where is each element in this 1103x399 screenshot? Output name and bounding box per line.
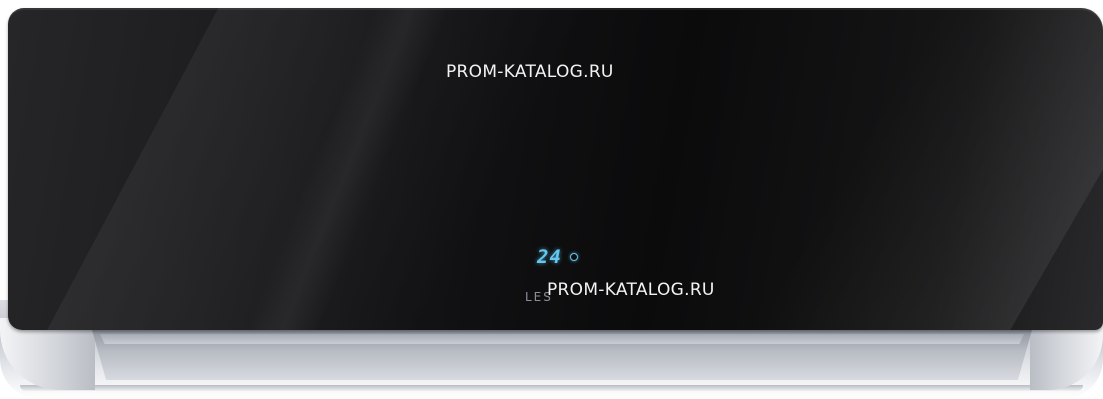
louver-flap: [100, 334, 1024, 344]
temperature-readout: 24: [537, 246, 562, 268]
mode-indicator-icon: [569, 253, 578, 261]
watermark-top: PROM-KATALOG.RU: [446, 62, 614, 82]
watermark-bottom: PROM-KATALOG.RU: [547, 280, 715, 300]
housing-bottom-edge: [20, 385, 1083, 391]
temperature-display: 24: [537, 246, 578, 268]
air-conditioner-photo: PROM-KATALOG.RU 24 LES PROM-KATALOG.RU: [0, 0, 1103, 399]
panel-reflection-right: [716, 8, 1103, 330]
panel-reflection-left: [16, 8, 620, 330]
